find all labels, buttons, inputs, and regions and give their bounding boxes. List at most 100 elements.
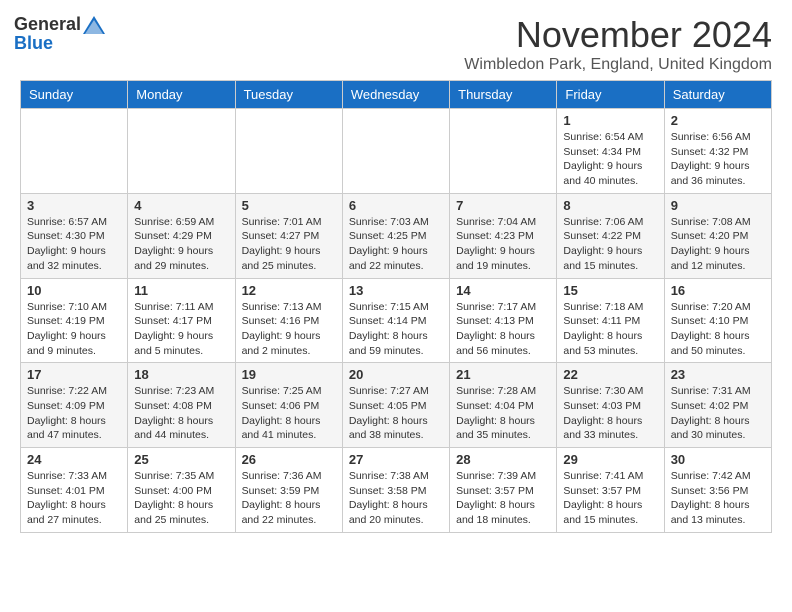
day-info: Sunrise: 7:23 AM Sunset: 4:08 PM Dayligh… bbox=[134, 384, 228, 443]
day-number: 22 bbox=[563, 367, 657, 382]
calendar-table: SundayMondayTuesdayWednesdayThursdayFrid… bbox=[20, 80, 772, 533]
day-number: 18 bbox=[134, 367, 228, 382]
calendar-cell: 10Sunrise: 7:10 AM Sunset: 4:19 PM Dayli… bbox=[21, 278, 128, 363]
day-info: Sunrise: 7:31 AM Sunset: 4:02 PM Dayligh… bbox=[671, 384, 765, 443]
day-number: 10 bbox=[27, 283, 121, 298]
day-number: 3 bbox=[27, 198, 121, 213]
day-number: 17 bbox=[27, 367, 121, 382]
col-header-sunday: Sunday bbox=[21, 81, 128, 109]
calendar-cell: 29Sunrise: 7:41 AM Sunset: 3:57 PM Dayli… bbox=[557, 448, 664, 533]
calendar-cell: 27 Sunrise: 7:38 AM Sunset: 3:58 PM Dayli… bbox=[342, 448, 449, 533]
calendar-cell: 18 Sunrise: 7:23 AM Sunset: 4:08 PM Dayli… bbox=[128, 363, 235, 448]
calendar-cell: 14 Sunrise: 7:17 AM Sunset: 4:13 PM Dayli… bbox=[450, 278, 557, 363]
calendar-cell: 28 Sunrise: 7:39 AM Sunset: 3:57 PM Dayli… bbox=[450, 448, 557, 533]
day-info: Sunrise: 7:03 AM Sunset: 4:25 PM Dayligh… bbox=[349, 215, 443, 274]
day-number: 4 bbox=[134, 198, 228, 213]
day-number: 15 bbox=[563, 283, 657, 298]
day-info: Sunrise: 7:27 AM Sunset: 4:05 PM Dayligh… bbox=[349, 384, 443, 443]
calendar-week-row: 17 Sunrise: 7:22 AM Sunset: 4:09 PM Dayli… bbox=[21, 363, 772, 448]
calendar-cell: 25 Sunrise: 7:35 AM Sunset: 4:00 PM Dayli… bbox=[128, 448, 235, 533]
day-info: Sunrise: 7:30 AM Sunset: 4:03 PM Dayligh… bbox=[563, 384, 657, 443]
day-number: 28 bbox=[456, 452, 550, 467]
day-number: 26 bbox=[242, 452, 336, 467]
day-number: 23 bbox=[671, 367, 765, 382]
day-info: Sunrise: 7:11 AM Sunset: 4:17 PM Dayligh… bbox=[134, 300, 228, 359]
calendar-header-row: SundayMondayTuesdayWednesdayThursdayFrid… bbox=[21, 81, 772, 109]
day-info: Sunrise: 7:22 AM Sunset: 4:09 PM Dayligh… bbox=[27, 384, 121, 443]
day-number: 5 bbox=[242, 198, 336, 213]
col-header-thursday: Thursday bbox=[450, 81, 557, 109]
calendar-week-row: 3Sunrise: 6:57 AM Sunset: 4:30 PM Daylig… bbox=[21, 193, 772, 278]
day-number: 25 bbox=[134, 452, 228, 467]
day-info: Sunrise: 7:17 AM Sunset: 4:13 PM Dayligh… bbox=[456, 300, 550, 359]
day-info: Sunrise: 7:28 AM Sunset: 4:04 PM Dayligh… bbox=[456, 384, 550, 443]
logo-general-text: General bbox=[14, 14, 81, 35]
day-info: Sunrise: 7:33 AM Sunset: 4:01 PM Dayligh… bbox=[27, 469, 121, 528]
day-number: 20 bbox=[349, 367, 443, 382]
calendar-cell: 2Sunrise: 6:56 AM Sunset: 4:32 PM Daylig… bbox=[664, 109, 771, 194]
calendar-cell: 9 Sunrise: 7:08 AM Sunset: 4:20 PM Daylig… bbox=[664, 193, 771, 278]
calendar-cell: 15 Sunrise: 7:18 AM Sunset: 4:11 PM Dayli… bbox=[557, 278, 664, 363]
calendar-cell: 1 Sunrise: 6:54 AM Sunset: 4:34 PM Daylig… bbox=[557, 109, 664, 194]
calendar-cell bbox=[128, 109, 235, 194]
calendar-cell: 11 Sunrise: 7:11 AM Sunset: 4:17 PM Dayli… bbox=[128, 278, 235, 363]
calendar-cell bbox=[235, 109, 342, 194]
calendar-cell: 22 Sunrise: 7:30 AM Sunset: 4:03 PM Dayli… bbox=[557, 363, 664, 448]
day-number: 9 bbox=[671, 198, 765, 213]
calendar-cell: 24 Sunrise: 7:33 AM Sunset: 4:01 PM Dayli… bbox=[21, 448, 128, 533]
calendar-cell: 12Sunrise: 7:13 AM Sunset: 4:16 PM Dayli… bbox=[235, 278, 342, 363]
calendar-cell: 13Sunrise: 7:15 AM Sunset: 4:14 PM Dayli… bbox=[342, 278, 449, 363]
day-number: 12 bbox=[242, 283, 336, 298]
calendar-cell: 3Sunrise: 6:57 AM Sunset: 4:30 PM Daylig… bbox=[21, 193, 128, 278]
calendar-cell bbox=[342, 109, 449, 194]
day-number: 14 bbox=[456, 283, 550, 298]
day-info: Sunrise: 7:42 AM Sunset: 3:56 PM Dayligh… bbox=[671, 469, 765, 528]
day-info: Sunrise: 7:36 AM Sunset: 3:59 PM Dayligh… bbox=[242, 469, 336, 528]
logo-blue-text: Blue bbox=[14, 33, 53, 54]
day-info: Sunrise: 7:38 AM Sunset: 3:58 PM Dayligh… bbox=[349, 469, 443, 528]
day-number: 7 bbox=[456, 198, 550, 213]
day-info: Sunrise: 6:56 AM Sunset: 4:32 PM Dayligh… bbox=[671, 130, 765, 189]
calendar-cell: 6Sunrise: 7:03 AM Sunset: 4:25 PM Daylig… bbox=[342, 193, 449, 278]
day-number: 27 bbox=[349, 452, 443, 467]
day-number: 8 bbox=[563, 198, 657, 213]
location: Wimbledon Park, England, United Kingdom bbox=[464, 56, 772, 74]
calendar-container: SundayMondayTuesdayWednesdayThursdayFrid… bbox=[0, 80, 792, 543]
calendar-week-row: 1 Sunrise: 6:54 AM Sunset: 4:34 PM Daylig… bbox=[21, 109, 772, 194]
day-number: 16 bbox=[671, 283, 765, 298]
col-header-friday: Friday bbox=[557, 81, 664, 109]
calendar-cell: 20 Sunrise: 7:27 AM Sunset: 4:05 PM Dayli… bbox=[342, 363, 449, 448]
calendar-cell: 26 Sunrise: 7:36 AM Sunset: 3:59 PM Dayli… bbox=[235, 448, 342, 533]
title-section: November 2024 Wimbledon Park, England, U… bbox=[464, 14, 772, 74]
col-header-wednesday: Wednesday bbox=[342, 81, 449, 109]
day-info: Sunrise: 7:18 AM Sunset: 4:11 PM Dayligh… bbox=[563, 300, 657, 359]
day-number: 21 bbox=[456, 367, 550, 382]
calendar-cell: 7 Sunrise: 7:04 AM Sunset: 4:23 PM Daylig… bbox=[450, 193, 557, 278]
day-info: Sunrise: 7:39 AM Sunset: 3:57 PM Dayligh… bbox=[456, 469, 550, 528]
header: General Blue November 2024 Wimbledon Par… bbox=[0, 0, 792, 80]
calendar-cell: 4 Sunrise: 6:59 AM Sunset: 4:29 PM Daylig… bbox=[128, 193, 235, 278]
calendar-cell bbox=[450, 109, 557, 194]
day-info: Sunrise: 6:54 AM Sunset: 4:34 PM Dayligh… bbox=[563, 130, 657, 189]
day-info: Sunrise: 7:25 AM Sunset: 4:06 PM Dayligh… bbox=[242, 384, 336, 443]
day-info: Sunrise: 7:01 AM Sunset: 4:27 PM Dayligh… bbox=[242, 215, 336, 274]
day-number: 1 bbox=[563, 113, 657, 128]
day-info: Sunrise: 7:06 AM Sunset: 4:22 PM Dayligh… bbox=[563, 215, 657, 274]
calendar-cell: 30Sunrise: 7:42 AM Sunset: 3:56 PM Dayli… bbox=[664, 448, 771, 533]
calendar-cell bbox=[21, 109, 128, 194]
calendar-cell: 23 Sunrise: 7:31 AM Sunset: 4:02 PM Dayli… bbox=[664, 363, 771, 448]
calendar-cell: 21 Sunrise: 7:28 AM Sunset: 4:04 PM Dayli… bbox=[450, 363, 557, 448]
day-info: Sunrise: 7:08 AM Sunset: 4:20 PM Dayligh… bbox=[671, 215, 765, 274]
logo: General Blue bbox=[14, 14, 107, 54]
col-header-tuesday: Tuesday bbox=[235, 81, 342, 109]
day-number: 29 bbox=[563, 452, 657, 467]
day-info: Sunrise: 7:35 AM Sunset: 4:00 PM Dayligh… bbox=[134, 469, 228, 528]
day-info: Sunrise: 7:04 AM Sunset: 4:23 PM Dayligh… bbox=[456, 215, 550, 274]
calendar-cell: 5 Sunrise: 7:01 AM Sunset: 4:27 PM Daylig… bbox=[235, 193, 342, 278]
calendar-week-row: 10Sunrise: 7:10 AM Sunset: 4:19 PM Dayli… bbox=[21, 278, 772, 363]
day-number: 24 bbox=[27, 452, 121, 467]
day-info: Sunrise: 6:59 AM Sunset: 4:29 PM Dayligh… bbox=[134, 215, 228, 274]
logo-icon bbox=[83, 16, 105, 34]
day-number: 11 bbox=[134, 283, 228, 298]
col-header-monday: Monday bbox=[128, 81, 235, 109]
